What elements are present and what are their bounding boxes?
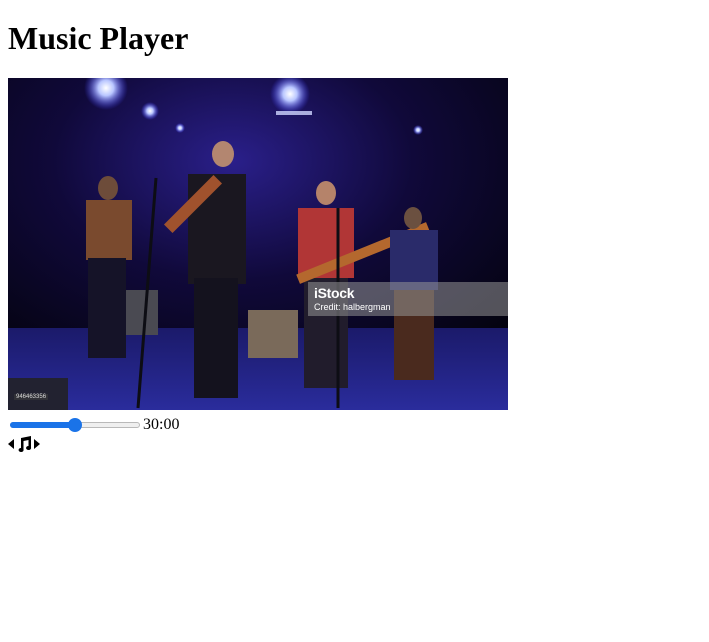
concert-image xyxy=(8,78,508,410)
seek-thumb[interactable] xyxy=(68,418,82,432)
seek-slider[interactable] xyxy=(10,418,140,432)
concert-photo: iStock Credit: halbergman 946463356 xyxy=(8,78,508,410)
stock-id: 946463356 xyxy=(14,394,49,400)
watermark-credit: Credit: halbergman xyxy=(314,302,391,312)
playback-buttons xyxy=(8,436,40,452)
seek-fill xyxy=(10,422,75,428)
watermark-brand: iStock xyxy=(314,285,355,301)
watermark-badge: iStock Credit: halbergman xyxy=(308,282,508,316)
page: Music Player iStock Credit: halbergman 9… xyxy=(0,0,709,452)
previous-button[interactable] xyxy=(8,436,14,452)
player-controls: 30:00 xyxy=(8,416,179,434)
caret-right-icon xyxy=(34,439,40,449)
page-title: Music Player xyxy=(8,20,189,56)
next-button[interactable] xyxy=(34,436,40,452)
play-button[interactable] xyxy=(16,436,32,452)
music-note-icon xyxy=(18,436,32,452)
caret-left-icon xyxy=(8,439,14,449)
time-display: 30:00 xyxy=(143,416,180,433)
